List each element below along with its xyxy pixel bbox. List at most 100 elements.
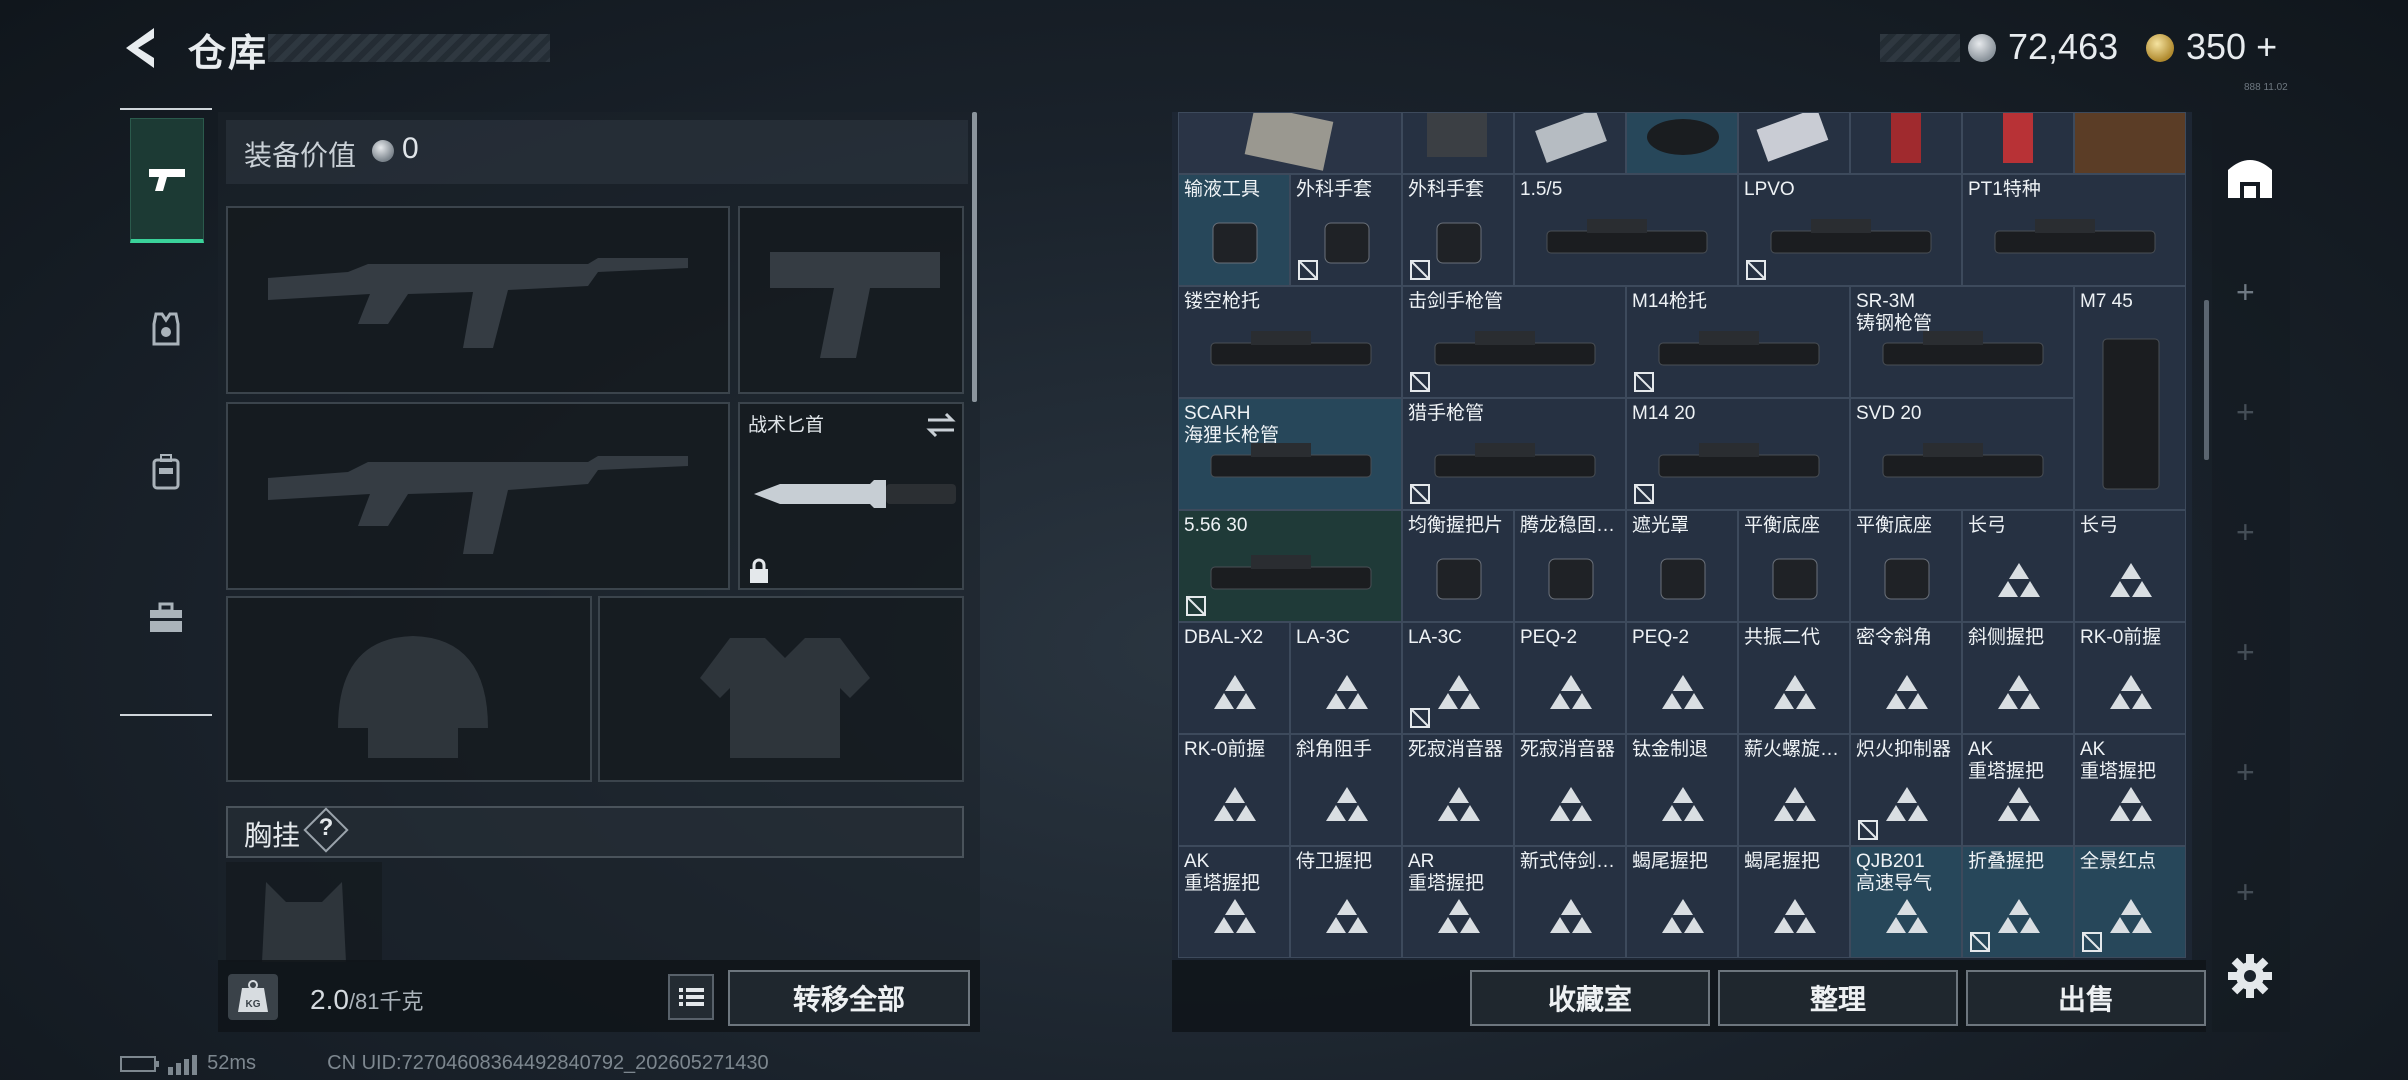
partial-item-cell[interactable] bbox=[2074, 112, 2186, 174]
inventory-item[interactable]: 新式侍剑… bbox=[1514, 846, 1626, 958]
secondary-weapon-slot[interactable] bbox=[226, 402, 730, 590]
tab-armor[interactable] bbox=[130, 268, 202, 388]
inventory-item[interactable]: 均衡握把片 bbox=[1402, 510, 1514, 622]
inventory-scrollbar[interactable] bbox=[2204, 300, 2209, 460]
sort-button[interactable]: 整理 bbox=[1718, 970, 1958, 1026]
inventory-item[interactable]: 侍卫握把 bbox=[1290, 846, 1402, 958]
item-label: LA-3C bbox=[1296, 627, 1350, 648]
partial-item-cell[interactable] bbox=[1514, 112, 1626, 174]
inventory-item[interactable]: 5.56 30 bbox=[1178, 510, 1402, 622]
inventory-item[interactable]: PT1特种 bbox=[1962, 174, 2186, 286]
transfer-all-button[interactable]: 转移全部 bbox=[728, 970, 970, 1026]
inventory-item[interactable]: 全景红点 bbox=[2074, 846, 2186, 958]
inventory-item[interactable]: 钛金制退 bbox=[1626, 734, 1738, 846]
inventory-item[interactable]: M7 45 bbox=[2074, 286, 2186, 510]
inventory-item[interactable]: AK 重塔握把 bbox=[1962, 734, 2074, 846]
inventory-item[interactable]: 平衡底座 bbox=[1850, 510, 1962, 622]
item-label: PEQ-2 bbox=[1632, 627, 1690, 648]
locked-storage-tab[interactable]: + bbox=[2236, 874, 2255, 911]
inventory-item[interactable]: 击剑手枪管 bbox=[1402, 286, 1626, 398]
partial-item-cell[interactable] bbox=[1738, 112, 1850, 174]
chest-rig-slot[interactable] bbox=[226, 862, 382, 962]
back-arrow-icon[interactable] bbox=[118, 24, 162, 72]
inventory-item[interactable]: SVD 20 bbox=[1850, 398, 2074, 510]
armor-slot[interactable] bbox=[598, 596, 964, 782]
item-image-icon bbox=[1427, 113, 1487, 157]
inventory-item[interactable]: 1.5/5 bbox=[1514, 174, 1738, 286]
locked-storage-tab[interactable]: + bbox=[2236, 514, 2255, 551]
inventory-item[interactable]: 腾龙稳固… bbox=[1514, 510, 1626, 622]
inventory-item[interactable]: 蝎尾握把 bbox=[1626, 846, 1738, 958]
inventory-item[interactable]: 镂空枪托 bbox=[1178, 286, 1402, 398]
unbound-item-icon bbox=[1410, 708, 1430, 728]
inventory-item[interactable]: 外科手套 bbox=[1402, 174, 1514, 286]
weight-max: /81千克 bbox=[348, 989, 424, 1014]
inventory-item[interactable]: PEQ-2 bbox=[1626, 622, 1738, 734]
inventory-item[interactable]: 平衡底座 bbox=[1738, 510, 1850, 622]
inventory-item[interactable]: SCARH 海狸长枪管 bbox=[1178, 398, 1402, 510]
inventory-item[interactable]: 输液工具 bbox=[1178, 174, 1290, 286]
inventory-item[interactable]: AK 重塔握把 bbox=[1178, 846, 1290, 958]
inventory-item[interactable]: 斜侧握把 bbox=[1962, 622, 2074, 734]
gold-balance[interactable]: 350 + bbox=[2186, 26, 2277, 68]
helmet-slot[interactable] bbox=[226, 596, 592, 782]
item-label: 蝎尾握把 bbox=[1632, 851, 1709, 872]
inventory-item[interactable]: 猎手枪管 bbox=[1402, 398, 1626, 510]
tab-backpack[interactable] bbox=[130, 412, 202, 532]
settings-gear-icon[interactable] bbox=[2226, 952, 2274, 1000]
partial-item-cell[interactable] bbox=[1178, 112, 1402, 174]
locked-storage-tab[interactable]: + bbox=[2236, 394, 2255, 431]
inventory-item[interactable]: 折叠握把 bbox=[1962, 846, 2074, 958]
inventory-item[interactable]: RK-0前握 bbox=[2074, 622, 2186, 734]
unknown-item-triangle-icon bbox=[1326, 786, 1368, 821]
item-label: AK 重塔握把 bbox=[1968, 739, 2045, 782]
tab-toolbox[interactable] bbox=[130, 558, 202, 678]
inventory-item[interactable]: 长弓 bbox=[2074, 510, 2186, 622]
inventory-item[interactable]: 遮光罩 bbox=[1626, 510, 1738, 622]
inventory-item[interactable]: 死寂消音器 bbox=[1514, 734, 1626, 846]
item-label: 密令斜角 bbox=[1856, 627, 1933, 648]
inventory-item[interactable]: DBAL-X2 bbox=[1178, 622, 1290, 734]
inventory-item[interactable]: AK 重塔握把 bbox=[2074, 734, 2186, 846]
inventory-item[interactable]: LA-3C bbox=[1290, 622, 1402, 734]
inventory-item[interactable]: RK-0前握 bbox=[1178, 734, 1290, 846]
inventory-item[interactable]: 长弓 bbox=[1962, 510, 2074, 622]
inventory-item[interactable]: M14枪托 bbox=[1626, 286, 1850, 398]
loadout-scrollbar[interactable] bbox=[972, 112, 977, 402]
collection-room-button[interactable]: 收藏室 bbox=[1470, 970, 1710, 1026]
locked-storage-tab[interactable]: + bbox=[2236, 754, 2255, 791]
primary-weapon-slot[interactable] bbox=[226, 206, 730, 394]
inventory-item[interactable]: LA-3C bbox=[1402, 622, 1514, 734]
list-view-button[interactable] bbox=[668, 974, 714, 1020]
inventory-item[interactable]: 斜角阻手 bbox=[1290, 734, 1402, 846]
unbound-item-icon bbox=[1858, 820, 1878, 840]
inventory-item[interactable]: 炽火抑制器 bbox=[1850, 734, 1962, 846]
swap-icon[interactable] bbox=[926, 412, 956, 438]
inventory-item[interactable]: 蝎尾握把 bbox=[1738, 846, 1850, 958]
inventory-item[interactable]: 外科手套 bbox=[1290, 174, 1402, 286]
safe-house-icon[interactable] bbox=[2222, 148, 2278, 204]
sell-button[interactable]: 出售 bbox=[1966, 970, 2206, 1026]
inventory-item[interactable]: QJB201 高速导气 bbox=[1850, 846, 1962, 958]
partial-item-cell[interactable] bbox=[1850, 112, 1962, 174]
inventory-item[interactable]: LPVO bbox=[1738, 174, 1962, 286]
inventory-item[interactable]: PEQ-2 bbox=[1514, 622, 1626, 734]
add-storage-tab-button[interactable]: + bbox=[2236, 274, 2255, 311]
knife-slot[interactable]: 战术匕首 bbox=[738, 402, 964, 590]
tab-weapons[interactable] bbox=[130, 118, 204, 243]
locked-storage-tab[interactable]: + bbox=[2236, 634, 2255, 671]
partial-item-cell[interactable] bbox=[1626, 112, 1738, 174]
inventory-item[interactable]: 薪火螺旋… bbox=[1738, 734, 1850, 846]
inventory-item[interactable]: M14 20 bbox=[1626, 398, 1850, 510]
pistol-slot[interactable] bbox=[738, 206, 964, 394]
inventory-item[interactable]: SR-3M 铸钢枪管 bbox=[1850, 286, 2074, 398]
unknown-item-triangle-icon bbox=[2110, 562, 2152, 597]
partial-item-cell[interactable] bbox=[1962, 112, 2074, 174]
inventory-item[interactable]: 死寂消音器 bbox=[1402, 734, 1514, 846]
inventory-item[interactable]: AR 重塔握把 bbox=[1402, 846, 1514, 958]
inventory-item[interactable]: 密令斜角 bbox=[1850, 622, 1962, 734]
partial-item-cell[interactable] bbox=[1402, 112, 1514, 174]
unknown-item-triangle-icon bbox=[1438, 786, 1480, 821]
unknown-item-triangle-icon bbox=[1774, 674, 1816, 709]
inventory-item[interactable]: 共振二代 bbox=[1738, 622, 1850, 734]
